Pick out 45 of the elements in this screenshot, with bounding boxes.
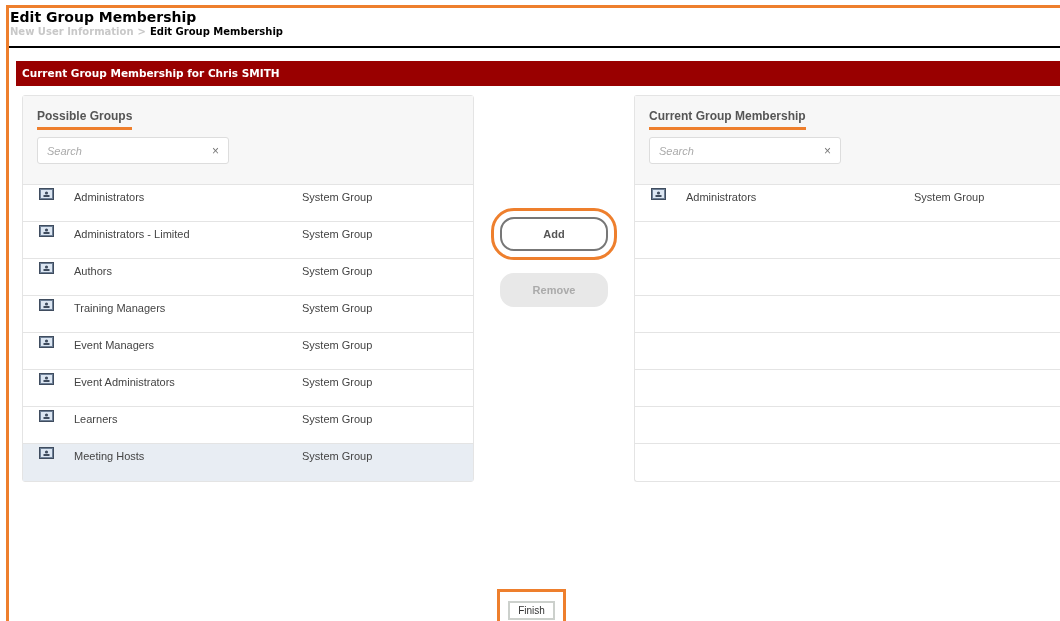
group-name: Learners (74, 412, 119, 425)
group-name: Administrators (74, 190, 146, 203)
group-icon (39, 373, 54, 385)
group-row[interactable]: Event Managers System Group (23, 333, 473, 370)
group-icon (39, 188, 54, 200)
group-type: System Group (914, 190, 985, 203)
group-type: System Group (302, 338, 373, 351)
group-name: Administrators (686, 190, 758, 203)
group-icon (39, 410, 54, 422)
search-field[interactable]: Search × (37, 137, 229, 164)
group-name: Administrators - Limited (74, 227, 191, 240)
panel-title: Possible Groups (37, 109, 133, 130)
clear-icon[interactable]: × (824, 143, 831, 158)
group-row[interactable]: Event Administrators System Group (23, 370, 473, 407)
group-icon (39, 299, 54, 311)
group-name: Event Administrators (74, 375, 176, 388)
group-type: System Group (302, 264, 373, 277)
group-icon (651, 188, 666, 200)
panel-title: Current Group Membership (649, 109, 806, 130)
clear-icon[interactable]: × (212, 143, 219, 158)
group-type: System Group (302, 449, 373, 462)
page-title: Edit Group Membership (10, 9, 198, 25)
group-name: Authors (74, 264, 113, 277)
section-banner: Current Group Membership for Chris SMITH (16, 61, 1060, 86)
group-icon (39, 447, 54, 459)
group-icon (39, 225, 54, 237)
group-name: Meeting Hosts (74, 449, 146, 462)
group-row[interactable]: Training Managers System Group (23, 296, 473, 333)
search-field[interactable]: Search × (649, 137, 841, 164)
group-row[interactable]: Meeting Hosts System Group (23, 444, 473, 481)
group-name: Training Managers (74, 301, 167, 314)
group-row[interactable]: Administrators System Group (635, 185, 1060, 222)
group-row[interactable]: Administrators - Limited System Group (23, 222, 473, 259)
breadcrumb-current: Edit Group Membership (149, 25, 284, 39)
finish-button[interactable]: Finish (508, 601, 555, 620)
group-type: System Group (302, 412, 373, 425)
group-name: Event Managers (74, 338, 156, 351)
group-icon (39, 336, 54, 348)
group-type: System Group (302, 301, 373, 314)
group-row[interactable]: Administrators System Group (23, 185, 473, 222)
group-row[interactable]: Authors System Group (23, 259, 473, 296)
group-type: System Group (302, 190, 373, 203)
group-icon (39, 262, 54, 274)
group-type: System Group (302, 227, 373, 240)
group-type: System Group (302, 375, 373, 388)
